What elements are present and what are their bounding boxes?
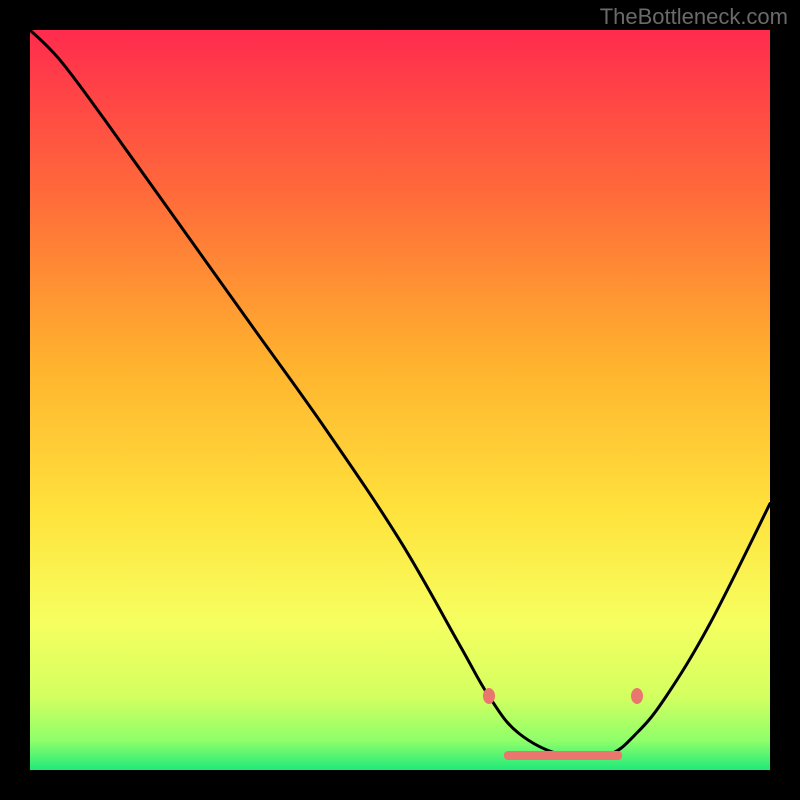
watermark-text: TheBottleneck.com	[600, 4, 788, 30]
curve-marker-right	[631, 688, 643, 704]
bottleneck-curve	[30, 30, 770, 770]
curve-marker-left	[483, 688, 495, 704]
optimal-range-bar	[504, 751, 622, 760]
plot-area	[30, 30, 770, 770]
